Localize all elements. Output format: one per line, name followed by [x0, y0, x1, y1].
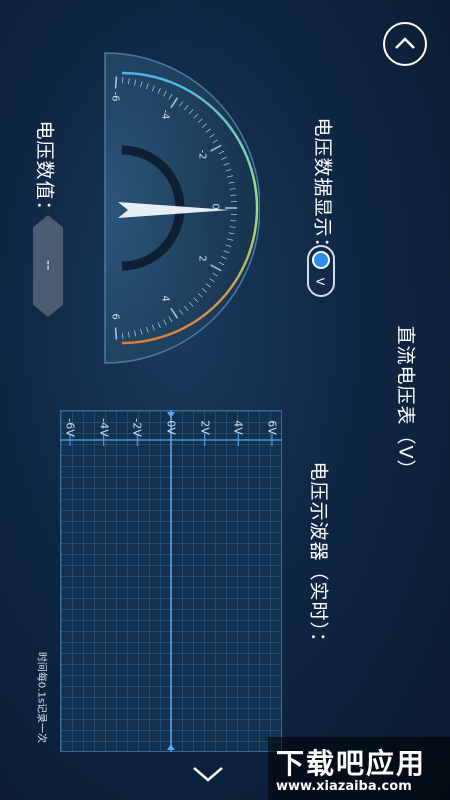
meter-title: 直流电压表（V） — [394, 325, 417, 480]
watermark-url: www.xiazaiba.com — [276, 779, 412, 794]
gauge-scale-label: 6 — [109, 312, 121, 320]
voltage-value: -- — [40, 259, 56, 271]
chevron-up-icon — [394, 35, 416, 54]
expand-button[interactable] — [192, 766, 224, 786]
scope-axis-label: 6V — [265, 420, 279, 435]
gauge-scale-label: 2 — [196, 255, 208, 262]
toggle-knob — [312, 251, 330, 269]
scope-axis-label: -4V — [97, 418, 111, 437]
scope-axis-label: -2V — [130, 418, 144, 437]
unit-toggle[interactable]: V — [307, 245, 335, 297]
chevron-down-icon — [192, 767, 224, 786]
watermark: 下载吧应用 www.xiazaiba.com — [268, 737, 450, 800]
collapse-button[interactable] — [383, 22, 427, 66]
gauge-scale-label: 0 — [209, 203, 221, 210]
gauge-scale-label: 4 — [159, 295, 171, 302]
scope-axis-label: -6V — [63, 418, 77, 437]
scope-axis-label: 0V — [164, 420, 178, 435]
scope-axis-label: 4V — [231, 420, 245, 435]
watermark-title: 下载吧应用 — [276, 747, 427, 780]
voltage-display-label: 电压数据显示： — [311, 117, 334, 258]
voltage-value-label: 电压数值： — [33, 120, 56, 221]
gauge-scale-label: -2 — [196, 149, 208, 160]
gauge-scale-label: -6 — [109, 91, 121, 102]
gauge-tick — [114, 327, 118, 340]
oscilloscope-axes — [60, 410, 282, 752]
voltage-gauge — [104, 52, 260, 364]
gauge-scale-label: -4 — [159, 109, 171, 120]
sampling-note: 时间每0.1s记录一次 — [35, 651, 47, 744]
scope-axis-label: 2V — [198, 420, 212, 435]
oscilloscope-title: 电压示波器（实时）： — [307, 461, 330, 653]
unit-label: V — [313, 277, 327, 286]
